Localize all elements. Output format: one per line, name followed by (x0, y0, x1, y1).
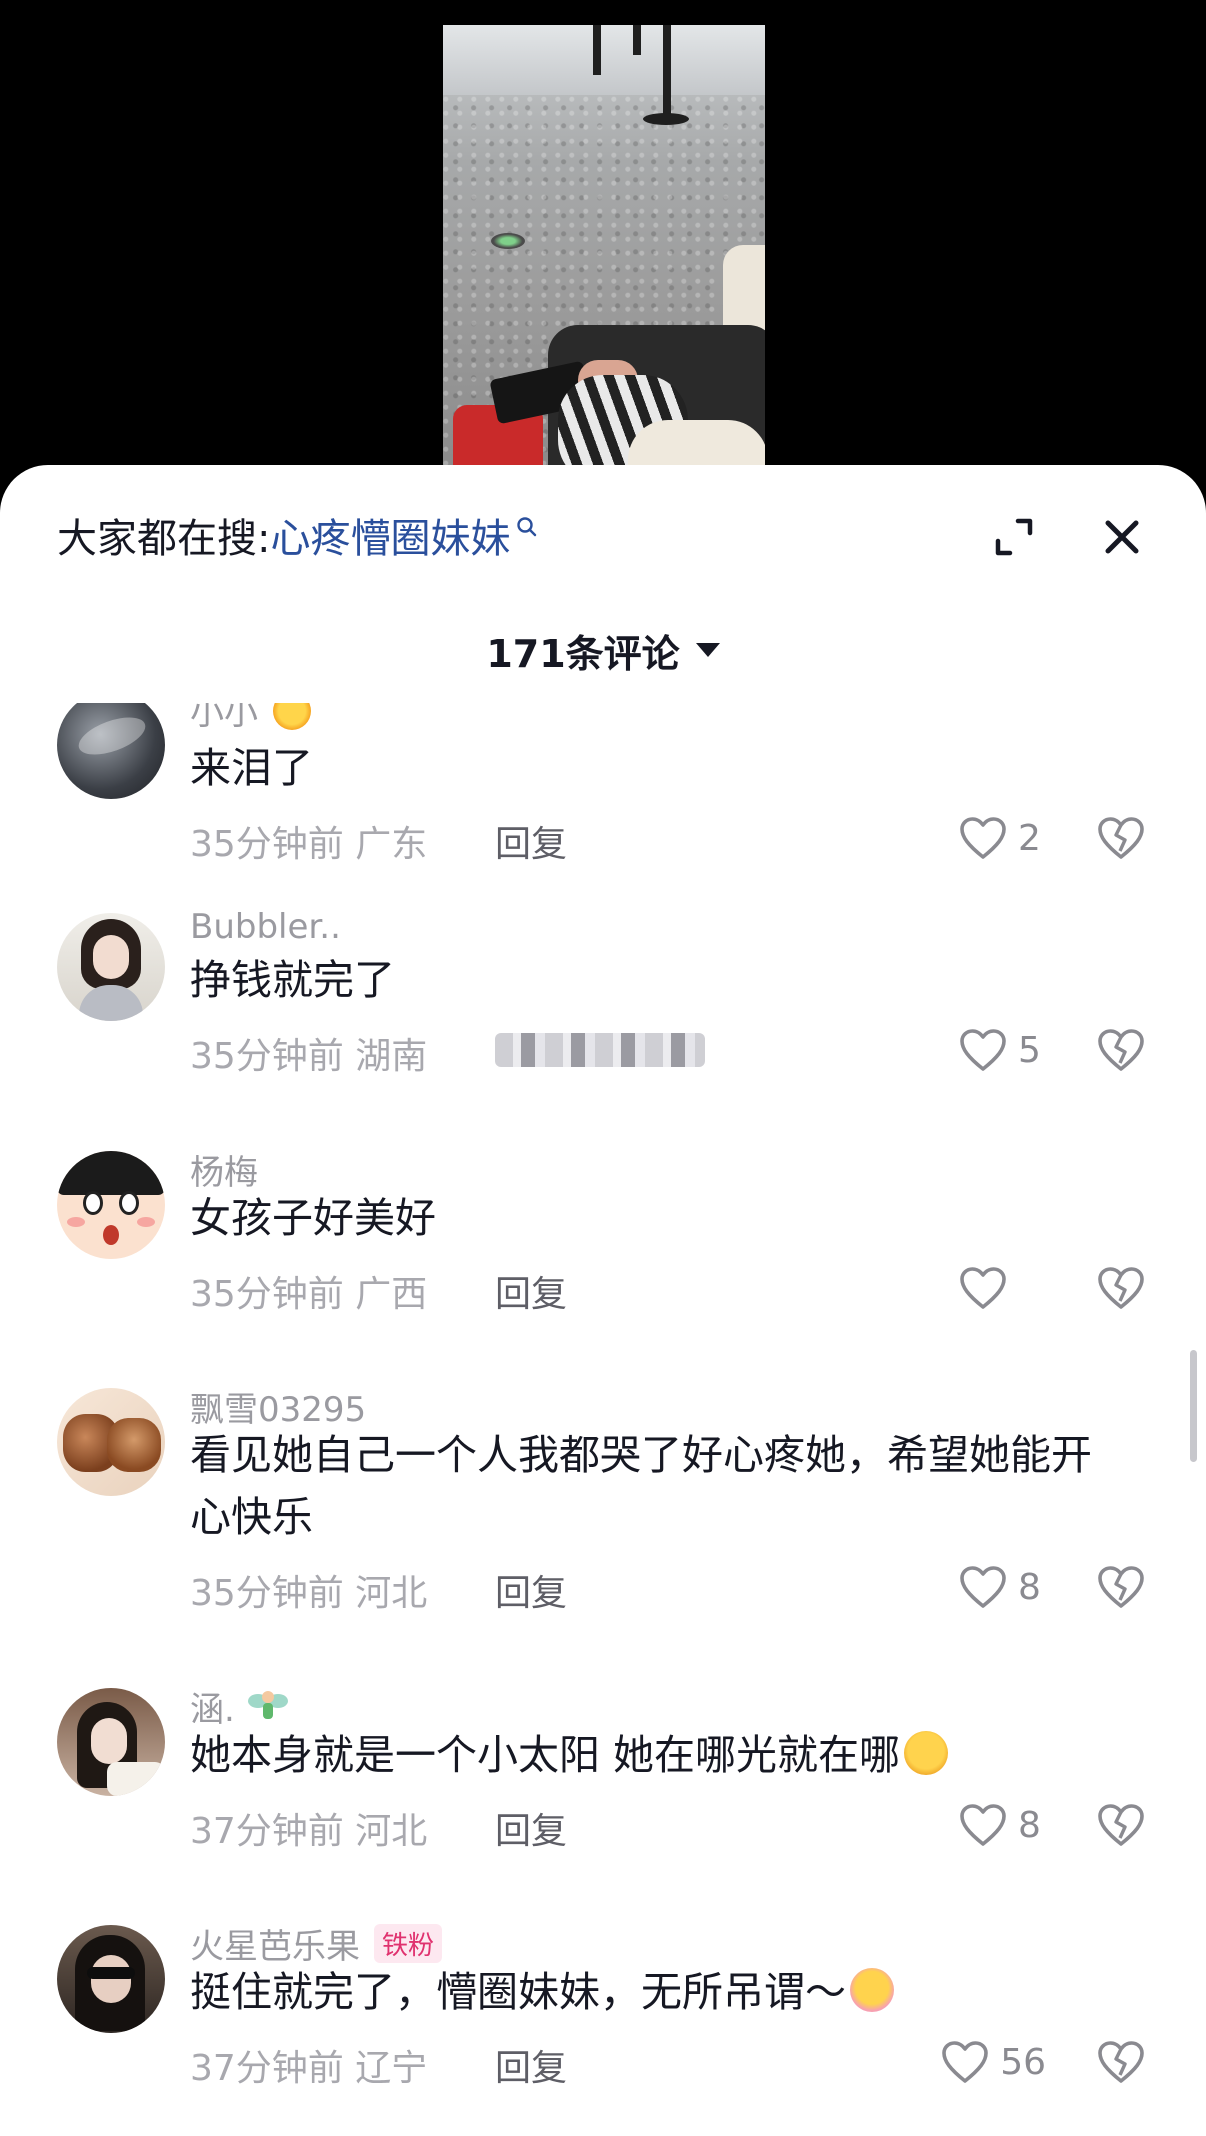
avatar[interactable] (57, 703, 165, 799)
video-barrier-base (643, 113, 689, 125)
comment-username[interactable]: 小小 (190, 703, 311, 734)
comment-text: 挺住就完了，懵圈妹妹，无所吊谓～ (190, 1961, 1130, 2023)
heart-icon (960, 1804, 1006, 1846)
video-barrier-post (663, 25, 671, 120)
avatar-body (79, 985, 143, 1021)
comment-count-label: 171条评论 (486, 631, 680, 676)
fan-badge: 铁粉 (374, 1924, 443, 1963)
dislike-icon[interactable] (1096, 2037, 1146, 2087)
reply-button[interactable]: 回复 (495, 2039, 567, 2091)
comment-username[interactable]: Bubbler.. (190, 907, 341, 947)
avatar-face (91, 1718, 127, 1764)
comment-text: 来泪了 (190, 744, 313, 792)
like-count: 56 (1000, 2041, 1046, 2083)
like-count: 5 (1018, 1029, 1041, 1071)
like-button[interactable]: 5 (958, 1025, 1046, 1075)
like-count: 8 (1018, 1566, 1041, 1608)
trending-search-prefix: 大家都在搜: (57, 516, 271, 562)
avatar-food-item (107, 1418, 161, 1472)
sun-emoji-icon (272, 703, 311, 730)
like-button[interactable]: 8 (958, 1562, 1046, 1612)
avatar-cheek (137, 1217, 155, 1227)
like-count: 8 (1018, 1804, 1041, 1846)
avatar-eye (83, 1191, 103, 1215)
avatar-flowers (107, 1762, 165, 1796)
dislike-icon[interactable] (1096, 1263, 1146, 1313)
avatar[interactable] (57, 1925, 165, 2033)
comment-meta: 37分钟前 辽宁 (190, 2048, 428, 2089)
avatar-hair (57, 1151, 165, 1195)
reply-button[interactable]: 回复 (495, 1802, 567, 1854)
comments-sheet: 大家都在搜: 心疼懵圈妹妹 171条评论 小小 来泪了 35分钟前 广东 回复 … (0, 465, 1206, 2136)
video-barrier-post (633, 25, 641, 55)
heart-icon (960, 817, 1006, 859)
avatar[interactable] (57, 1388, 165, 1496)
like-button[interactable]: 8 (958, 1800, 1046, 1850)
close-icon[interactable] (1096, 511, 1148, 563)
dislike-icon[interactable] (1096, 1562, 1146, 1612)
comment-text: 她本身就是一个小太阳 她在哪光就在哪 (190, 1724, 1130, 1786)
avatar[interactable] (57, 1688, 165, 1796)
comment-text: 女孩子好美好 (190, 1194, 436, 1242)
avatar-texture (73, 709, 151, 763)
search-icon (517, 517, 537, 537)
heart-icon (942, 2041, 988, 2083)
video-floor-marker (491, 233, 525, 249)
like-button[interactable] (958, 1263, 1046, 1313)
comment-text: 看见她自己一个人我都哭了好心疼她，希望她能开心快乐 (190, 1431, 1092, 1541)
comment-meta: 35分钟前 广西 (190, 1274, 428, 1315)
fairy-emoji-icon (247, 1691, 288, 1719)
video-player[interactable] (0, 0, 1206, 480)
trending-search[interactable]: 大家都在搜: 心疼懵圈妹妹 (57, 505, 538, 565)
avatar-cheek (67, 1217, 85, 1227)
dislike-icon[interactable] (1096, 1025, 1146, 1075)
trending-search-term[interactable]: 心疼懵圈妹妹 (270, 506, 510, 564)
avatar-face (93, 935, 129, 979)
like-count: 2 (1018, 817, 1041, 859)
avatar-eye (119, 1191, 139, 1215)
video-window (443, 25, 765, 95)
reply-button[interactable]: 回复 (495, 1265, 567, 1317)
comment-meta: 37分钟前 河北 (190, 1811, 428, 1852)
video-frame[interactable] (443, 25, 765, 480)
avatar[interactable] (57, 913, 165, 1021)
reply-button[interactable]: 回复 (495, 815, 567, 867)
avatar-face (91, 1955, 131, 2003)
avatar[interactable] (57, 1151, 165, 1259)
reply-button-blurred[interactable] (495, 1033, 705, 1067)
comment-meta: 35分钟前 河北 (190, 1573, 428, 1614)
reply-button[interactable]: 回复 (495, 1564, 567, 1616)
dislike-icon[interactable] (1096, 813, 1146, 863)
comment-text: 挣钱就完了 (190, 956, 395, 1004)
video-barrier-post (593, 25, 601, 75)
comment-list[interactable]: 小小 来泪了 35分钟前 广东 回复 2 Bubbler.. 挣钱就完了 35分… (0, 703, 1206, 2136)
dislike-icon[interactable] (1096, 1800, 1146, 1850)
heart-icon (960, 1566, 1006, 1608)
avatar-mouth (103, 1225, 119, 1245)
scrollbar[interactable] (1190, 1350, 1197, 1462)
like-button[interactable]: 56 (940, 2037, 1046, 2087)
heart-icon (960, 1029, 1006, 1071)
comment-meta: 35分钟前 湖南 (190, 1036, 428, 1077)
expand-icon[interactable] (990, 513, 1038, 561)
dropdown-arrow-icon (695, 643, 720, 657)
comment-count-dropdown[interactable]: 171条评论 (0, 620, 1206, 680)
crying-emoji-icon (904, 1731, 949, 1775)
hug-emoji-icon (850, 1968, 894, 2012)
like-button[interactable]: 2 (958, 813, 1046, 863)
heart-icon (960, 1267, 1006, 1309)
comment-meta: 35分钟前 广东 (190, 824, 428, 865)
avatar-sunglasses (87, 1967, 135, 1979)
